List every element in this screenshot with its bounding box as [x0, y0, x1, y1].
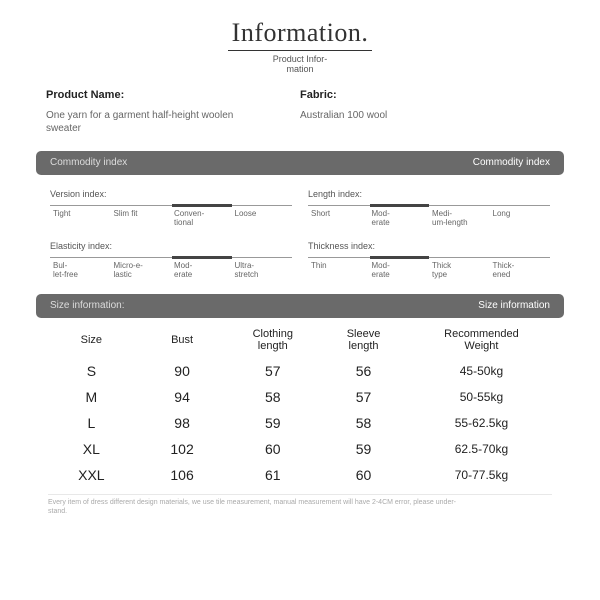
cell-bust: 94 — [137, 389, 228, 405]
footnote: Every item of dress different design mat… — [48, 494, 552, 516]
cell-size: XXL — [46, 467, 137, 483]
cell-slen: 58 — [318, 415, 409, 431]
bar-right-label: Size information — [478, 300, 550, 311]
col-slen: Sleevelength — [318, 328, 409, 352]
size-table: Size Bust Clothinglength Sleevelength Re… — [46, 328, 554, 488]
cell-slen: 57 — [318, 389, 409, 405]
cell-clen: 60 — [227, 441, 318, 457]
scale-option: Loose — [232, 206, 293, 228]
cell-clen: 57 — [227, 363, 318, 379]
table-row: XXL106616070-77.5kg — [46, 462, 554, 488]
length-scale: ShortMod-erateMedi-um-lengthLong — [308, 205, 550, 228]
scale-option: Mod-erate — [171, 258, 232, 280]
cell-weight: 45-50kg — [409, 364, 554, 378]
cell-size: XL — [46, 441, 137, 457]
cell-slen: 59 — [318, 441, 409, 457]
table-row: L98595855-62.5kg — [46, 410, 554, 436]
page-subtitle: Product Infor-mation — [36, 55, 564, 75]
table-row: M94585750-55kg — [46, 384, 554, 410]
scale-option: Long — [490, 206, 551, 228]
scale-option: Conven-tional — [171, 206, 232, 228]
cell-slen: 56 — [318, 363, 409, 379]
scale-option: Thicktype — [429, 258, 490, 280]
product-info: Product Name: One yarn for a garment hal… — [46, 89, 554, 135]
version-index: Version index: TightSlim fitConven-tiona… — [42, 185, 300, 238]
cell-clen: 59 — [227, 415, 318, 431]
version-scale: TightSlim fitConven-tionalLoose — [50, 205, 292, 228]
elasticity-scale: Bul-let-freeMicro-e-lasticMod-erateUltra… — [50, 257, 292, 280]
scale-option: Mod-erate — [369, 206, 430, 228]
length-index-title: Length index: — [308, 189, 550, 199]
cell-size: M — [46, 389, 137, 405]
table-row: S90575645-50kg — [46, 358, 554, 384]
size-information-bar: Size information: Size information — [36, 294, 564, 318]
commodity-index-bar: Commodity index Commodity index — [36, 151, 564, 175]
scale-option: Thin — [308, 258, 369, 280]
scale-option: Slim fit — [111, 206, 172, 228]
size-table-body: S90575645-50kgM94585750-55kgL98595855-62… — [46, 358, 554, 488]
cell-clen: 61 — [227, 467, 318, 483]
col-weight: RecommendedWeight — [409, 328, 554, 352]
cell-bust: 106 — [137, 467, 228, 483]
cell-clen: 58 — [227, 389, 318, 405]
header: Information. Product Infor-mation — [36, 18, 564, 75]
thickness-scale: ThinMod-erateThicktypeThick-ened — [308, 257, 550, 280]
thickness-index-title: Thickness index: — [308, 241, 550, 251]
fabric-label: Fabric: — [300, 89, 554, 101]
col-size: Size — [46, 334, 137, 346]
product-name-value: One yarn for a garment half-height woole… — [46, 109, 246, 135]
bar-left-label: Commodity index — [50, 157, 127, 168]
product-name-label: Product Name: — [46, 89, 300, 101]
size-table-header: Size Bust Clothinglength Sleevelength Re… — [46, 328, 554, 358]
cell-weight: 50-55kg — [409, 390, 554, 404]
page-title: Information. — [228, 18, 373, 51]
cell-slen: 60 — [318, 467, 409, 483]
cell-size: L — [46, 415, 137, 431]
index-grid: Version index: TightSlim fitConven-tiona… — [42, 185, 558, 290]
fabric-value: Australian 100 wool — [300, 109, 500, 122]
col-bust: Bust — [137, 334, 228, 346]
cell-weight: 70-77.5kg — [409, 468, 554, 482]
scale-option: Bul-let-free — [50, 258, 111, 280]
cell-weight: 62.5-70kg — [409, 442, 554, 456]
scale-option: Ultra-stretch — [232, 258, 293, 280]
cell-weight: 55-62.5kg — [409, 416, 554, 430]
table-row: XL102605962.5-70kg — [46, 436, 554, 462]
scale-option: Short — [308, 206, 369, 228]
cell-bust: 102 — [137, 441, 228, 457]
elasticity-index-title: Elasticity index: — [50, 241, 292, 251]
cell-bust: 90 — [137, 363, 228, 379]
scale-option: Medi-um-length — [429, 206, 490, 228]
version-index-title: Version index: — [50, 189, 292, 199]
col-clen: Clothinglength — [227, 328, 318, 352]
length-index: Length index: ShortMod-erateMedi-um-leng… — [300, 185, 558, 238]
elasticity-index: Elasticity index: Bul-let-freeMicro-e-la… — [42, 237, 300, 290]
cell-size: S — [46, 363, 137, 379]
scale-option: Mod-erate — [369, 258, 430, 280]
scale-option: Thick-ened — [490, 258, 551, 280]
scale-option: Tight — [50, 206, 111, 228]
scale-option: Micro-e-lastic — [111, 258, 172, 280]
bar-left-label: Size information: — [50, 300, 124, 311]
bar-right-label: Commodity index — [473, 157, 550, 168]
thickness-index: Thickness index: ThinMod-erateThicktypeT… — [300, 237, 558, 290]
cell-bust: 98 — [137, 415, 228, 431]
